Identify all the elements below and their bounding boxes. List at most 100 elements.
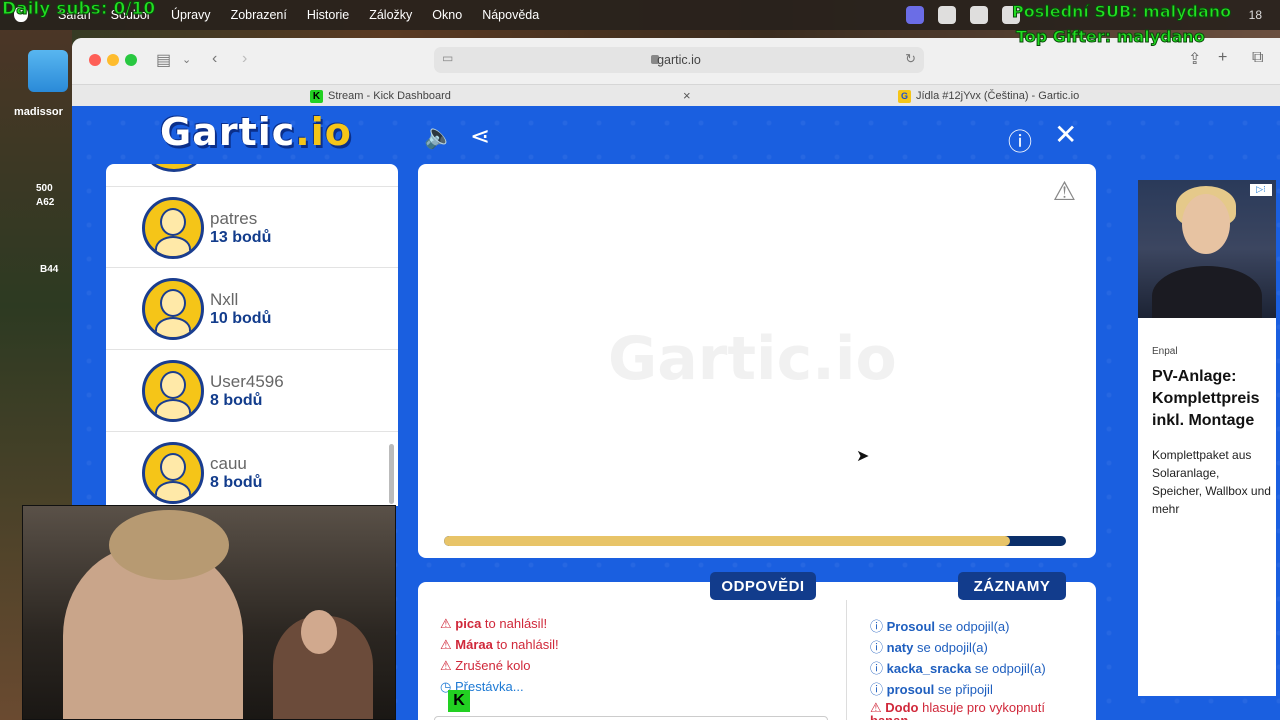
logo-suffix: .io [295, 110, 352, 154]
tab-kick-dashboard[interactable]: K Stream - Kick Dashboard [310, 85, 451, 107]
close-tab-icon[interactable]: × [683, 88, 691, 103]
player-row[interactable]: Nxll 10 bodů [106, 268, 398, 350]
players-list: patres 13 bodů Nxll 10 bodů User4596 8 b… [106, 164, 398, 506]
overlay-last-sub: Poslední SUB: malydano [1011, 2, 1232, 22]
message-text: se odpojil(a) [974, 661, 1046, 676]
streamer-hair [109, 510, 229, 580]
answers-header[interactable]: ODPOVĚDI [710, 572, 816, 600]
share-icon[interactable]: ⇪ [1188, 49, 1201, 69]
message-text: se připojil [937, 682, 993, 697]
share-icon[interactable]: ⋖ [470, 122, 490, 151]
avatar [146, 164, 202, 172]
message-text: to nahlásil! [484, 616, 548, 631]
info-icon: ⓘ [870, 682, 887, 697]
message-text: hlasuje pro vykopnutí [922, 700, 1045, 715]
tab-title: Stream - Kick Dashboard [328, 90, 451, 102]
menu-edit[interactable]: Úpravy [171, 8, 211, 22]
info-icon[interactable]: ⓘ [1008, 122, 1032, 157]
ad-choices-icon[interactable]: ▷⁝ [1250, 184, 1272, 196]
ad-image[interactable]: ▷⁝ [1138, 180, 1276, 318]
forward-icon[interactable]: › [242, 50, 247, 68]
screen-share-icon[interactable] [906, 6, 924, 24]
desktop-folder-icon[interactable] [28, 50, 68, 92]
menu-bookmarks[interactable]: Záložky [369, 8, 412, 22]
menu-help[interactable]: Nápověda [482, 8, 539, 22]
message-user: naty [886, 640, 914, 655]
log-message: ⓘ Prosoul se odpojil(a) [870, 616, 1009, 635]
minimize-window-button[interactable] [107, 54, 119, 66]
back-icon[interactable]: ‹ [212, 50, 217, 68]
message-user: kacka_sracka [886, 661, 972, 676]
close-window-button[interactable] [89, 54, 101, 66]
kick-logo-icon: K [448, 690, 470, 712]
ad-body: Komplettpaket aus Solaranlage, Speicher,… [1152, 448, 1271, 516]
round-timer-fill [444, 536, 1011, 546]
message-user: pica [455, 616, 482, 631]
player-name: cauu [210, 454, 247, 473]
gartic-logo[interactable]: Gartic.io [160, 110, 352, 154]
player-row[interactable]: cauu 8 bodů [106, 432, 398, 506]
log-message: ⓘ naty se odpojil(a) [870, 637, 988, 656]
app-tray-icon[interactable] [938, 6, 956, 24]
mouse-cursor-icon: ➤ [856, 448, 870, 465]
info-icon: ⓘ [870, 661, 887, 676]
desktop-label-2: 500 A62 [36, 182, 54, 210]
gartic-favicon-icon: G [898, 89, 911, 103]
chat-divider [846, 600, 847, 720]
answer-input[interactable] [434, 716, 828, 720]
address-bar[interactable]: ▭ gartic.io ↻ [434, 47, 924, 73]
player-score: 8 bodů [210, 474, 263, 491]
tab-title: Jídla #12jYvx (Čeština) - Gartic.io [916, 90, 1080, 102]
desktop-label: madissor [14, 106, 63, 118]
player-score: 13 bodů [210, 229, 272, 246]
info-icon: ⓘ [870, 640, 887, 655]
menu-history[interactable]: Historie [307, 8, 349, 22]
warning-icon: ⚠ [440, 616, 456, 631]
tab-bar: K Stream - Kick Dashboard × G Jídla #12j… [72, 84, 1280, 106]
players-scrollbar[interactable] [389, 444, 394, 504]
sound-icon[interactable]: 🔈 [424, 122, 454, 151]
reload-icon[interactable]: ↻ [905, 51, 916, 67]
zoom-window-button[interactable] [125, 54, 137, 66]
new-tab-icon[interactable]: + [1218, 49, 1227, 67]
message-text: Zrušené kolo [455, 658, 531, 673]
player-row[interactable]: patres 13 bodů [106, 186, 398, 268]
info-icon: ⓘ [870, 619, 887, 634]
report-warning-icon[interactable]: ⚠ [1053, 176, 1076, 207]
tab-overview-icon[interactable]: ⧉ [1252, 49, 1263, 67]
logo-main: Gartic [160, 110, 296, 154]
avatar [142, 360, 204, 422]
chevron-down-icon[interactable]: ⌄ [182, 53, 191, 66]
vpn-tray-icon[interactable] [970, 6, 988, 24]
tab-gartic[interactable]: G Jídla #12jYvx (Čeština) - Gartic.io [898, 85, 1079, 107]
sidebar-toggle-icon[interactable]: ▤ [156, 50, 171, 70]
log-header[interactable]: ZÁZNAMY [958, 572, 1066, 600]
message-user: Prosoul [886, 619, 936, 634]
answer-message: ⚠ Zrušené kolo [440, 658, 530, 674]
answer-message: ⚠ pica to nahlásil! [440, 616, 547, 632]
log-message-continued: banan [870, 713, 908, 720]
menu-window[interactable]: Okno [432, 8, 462, 22]
player-score: 10 bodů [210, 310, 272, 327]
message-user: prosoul [886, 682, 935, 697]
desktop-label-2a: 500 [36, 183, 53, 194]
desktop-label-2b: A62 [36, 197, 55, 208]
advertisement[interactable]: ▷⁝ Enpal PV-Anlage: Komplettpreis inkl. … [1138, 180, 1276, 696]
webcam-overlay [22, 505, 396, 720]
url-text: gartic.io [657, 53, 701, 67]
answer-message: ⚠ Máraa to nahlásil! [440, 637, 559, 653]
log-message: ⓘ kacka_sracka se odpojil(a) [870, 658, 1046, 677]
ad-sponsor: Enpal [1152, 346, 1178, 357]
player-score: 8 bodů [210, 392, 263, 409]
player-row[interactable]: User4596 8 bodů [106, 350, 398, 432]
background-person-face [301, 610, 337, 654]
drawing-canvas[interactable]: Gartic.io ⚠ ➤ [418, 164, 1096, 558]
message-text: to nahlásil! [496, 637, 559, 652]
ad-title[interactable]: PV-Anlage: Komplettpreis inkl. Montage [1152, 366, 1276, 432]
avatar [142, 197, 204, 259]
warning-icon: ⚠ [440, 658, 456, 673]
watermark-suffix: .io [812, 324, 897, 394]
menu-view[interactable]: Zobrazení [231, 8, 287, 22]
avatar [142, 278, 204, 340]
close-icon[interactable]: ✕ [1054, 118, 1077, 151]
